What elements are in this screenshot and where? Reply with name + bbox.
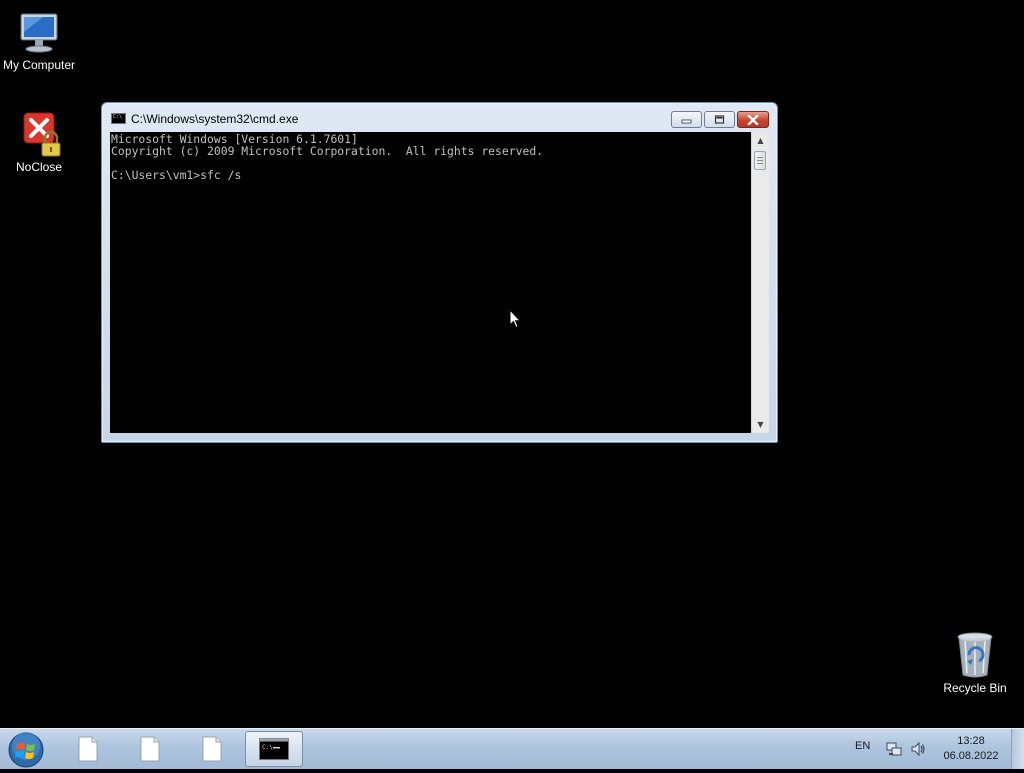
console-line: Copyright (c) 2009 Microsoft Corporation… — [111, 144, 544, 158]
document-icon — [140, 736, 160, 762]
maximize-button[interactable] — [704, 111, 735, 128]
desktop-icon-my-computer[interactable]: My Computer — [0, 8, 79, 72]
taskbar-button-cmd[interactable]: C:\ — [245, 731, 303, 767]
taskbar-clock[interactable]: 13:28 06.08.2022 — [936, 734, 1006, 764]
cmd-icon — [111, 113, 126, 124]
console-area[interactable]: Microsoft Windows [Version 6.1.7601] Cop… — [110, 132, 751, 433]
desktop-icon-recycle-bin[interactable]: Recycle Bin — [935, 631, 1015, 695]
start-button[interactable] — [6, 731, 46, 769]
close-button[interactable] — [737, 111, 769, 128]
console-vertical-scrollbar[interactable]: ▲ ▼ — [751, 132, 769, 433]
show-desktop-button[interactable] — [1011, 729, 1024, 769]
maximize-icon — [714, 115, 725, 124]
window-titlebar[interactable]: C:\Windows\system32\cmd.exe — [102, 103, 777, 133]
window-title: C:\Windows\system32\cmd.exe — [131, 112, 299, 126]
clock-date: 06.08.2022 — [943, 750, 999, 762]
cmd-icon: C:\ — [259, 738, 289, 760]
speaker-icon[interactable] — [910, 741, 926, 757]
taskbar-button-document-3[interactable] — [183, 731, 241, 767]
mouse-cursor-icon — [509, 309, 521, 329]
desktop-icon-label: Recycle Bin — [943, 681, 1007, 695]
scroll-down-arrow-icon[interactable]: ▼ — [752, 416, 769, 433]
document-icon — [202, 736, 222, 762]
console-prompt-line: C:\Users\vm1>sfc /s — [111, 168, 242, 182]
noclose-lock-icon — [23, 112, 61, 157]
document-icon — [78, 736, 98, 762]
language-indicator[interactable]: EN — [855, 740, 870, 752]
minimize-icon — [681, 119, 692, 124]
desktop-icon-noclose[interactable]: NoClose — [0, 110, 79, 174]
recycle-bin-icon — [957, 632, 993, 678]
minimize-button[interactable] — [671, 111, 702, 128]
taskbar-button-document-1[interactable] — [59, 731, 117, 767]
scroll-up-arrow-icon[interactable]: ▲ — [752, 132, 769, 149]
taskbar-button-document-2[interactable] — [121, 731, 179, 767]
windows-start-orb-icon — [8, 732, 44, 768]
taskbar: C:\ EN 13:28 06.08.2022 — [0, 728, 1024, 769]
network-icon[interactable] — [886, 741, 902, 757]
desktop-icon-label: NoClose — [15, 160, 63, 174]
computer-icon — [20, 13, 58, 53]
desktop-icon-label: My Computer — [2, 58, 76, 72]
close-icon — [747, 114, 759, 125]
clock-time: 13:28 — [957, 735, 985, 747]
svg-text:C:\: C:\ — [262, 744, 273, 751]
cmd-window[interactable]: C:\Windows\system32\cmd.exe Microsoft Wi… — [101, 102, 778, 443]
scrollbar-thumb[interactable] — [754, 151, 766, 170]
